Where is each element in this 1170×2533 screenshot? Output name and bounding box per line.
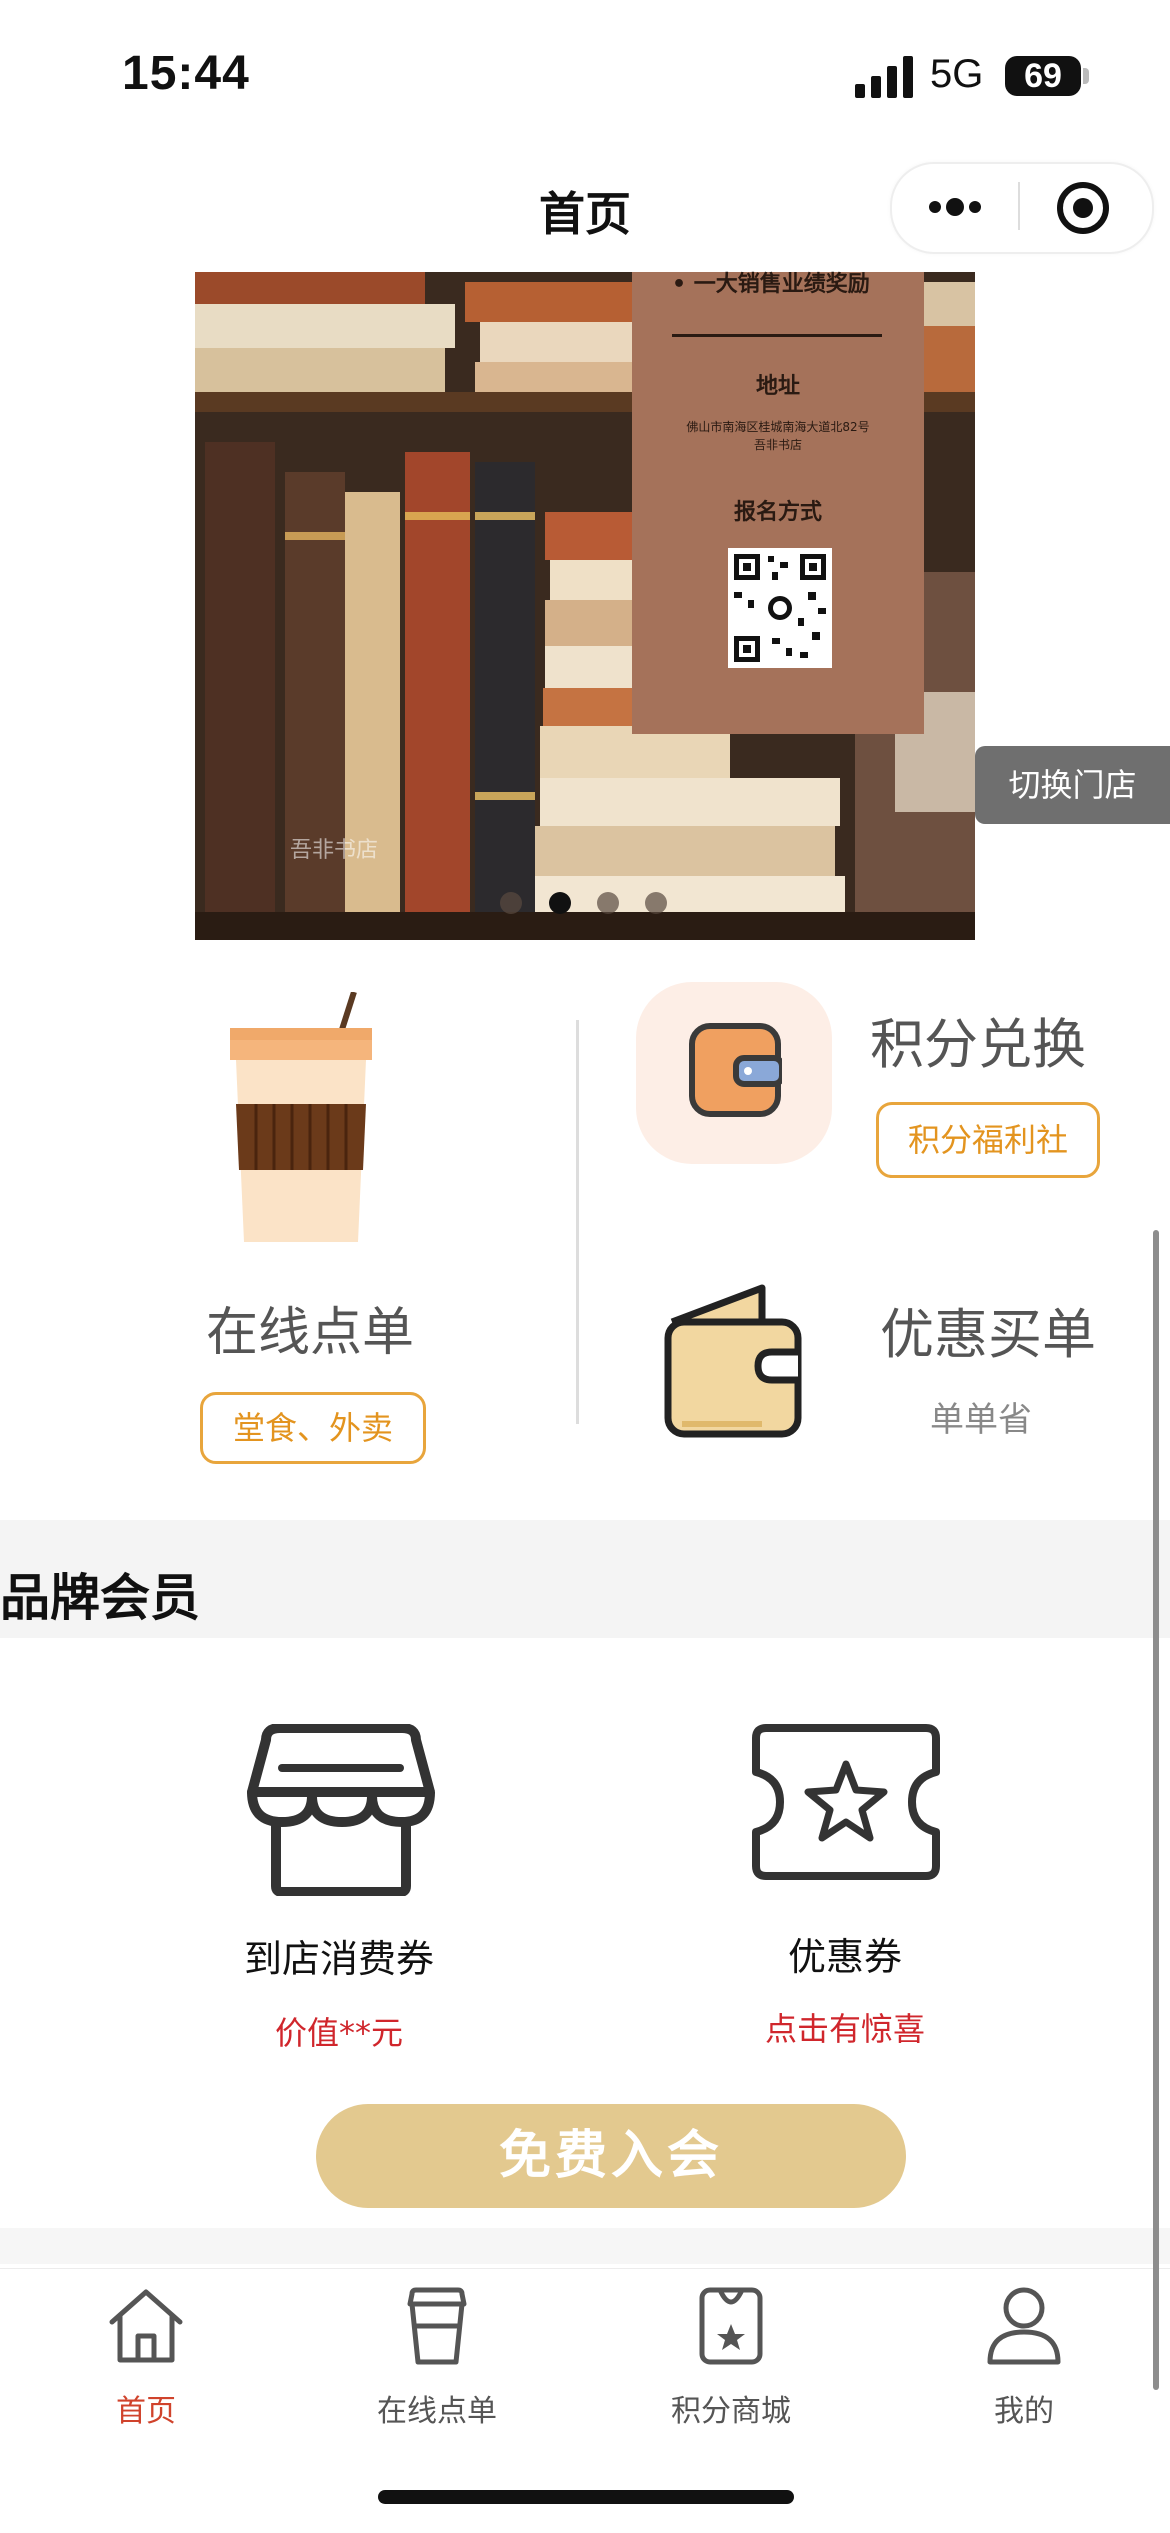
qr-code-icon	[728, 548, 832, 668]
status-time: 15:44	[122, 47, 250, 100]
discount-pay-title[interactable]: 优惠买单	[880, 1290, 1096, 1369]
tab-points-mall[interactable]: 积分商城	[631, 2386, 831, 2430]
switch-store-button[interactable]: 切换门店	[975, 746, 1170, 824]
points-tag[interactable]: 积分福利社	[876, 1102, 1100, 1178]
poster-signup-heading: 报名方式	[733, 500, 822, 525]
vertical-divider	[576, 1020, 579, 1424]
star-ticket-icon[interactable]	[752, 1724, 940, 1880]
section-separator	[0, 2228, 1170, 2264]
online-order-title[interactable]: 在线点单	[130, 1290, 490, 1365]
coupon-label[interactable]: 优惠券	[740, 1926, 950, 1981]
join-free-button[interactable]: 免费入会	[316, 2104, 906, 2208]
brand-member-title: 品牌会员	[0, 1569, 200, 1627]
signal-icon	[855, 56, 913, 98]
carousel-dot-3[interactable]	[597, 892, 619, 914]
tab-mine[interactable]: 我的	[924, 2386, 1124, 2430]
points-exchange-title[interactable]: 积分兑换	[870, 1000, 1086, 1079]
home-indicator[interactable]	[378, 2490, 794, 2504]
poster-address-heading: 地址	[755, 374, 800, 399]
carousel-dot-4[interactable]	[645, 892, 667, 914]
poster-address-text2: 吾非书店	[753, 438, 802, 452]
network-label: 5G	[930, 52, 984, 96]
carousel-dot-2[interactable]	[549, 892, 571, 914]
store-icon[interactable]	[246, 1724, 436, 1896]
scrollbar[interactable]	[1153, 1230, 1159, 2390]
wallet-icon[interactable]	[662, 1282, 808, 1440]
store-coupon-value: 价值**元	[274, 2014, 403, 2052]
capsule-divider	[1018, 182, 1020, 230]
tab-home[interactable]: 首页	[46, 2386, 246, 2430]
home-icon[interactable]	[106, 2288, 186, 2364]
coffee-cup-icon[interactable]	[226, 992, 376, 1242]
close-target-icon[interactable]	[1055, 180, 1111, 236]
store-coupon-label[interactable]: 到店消费券	[234, 1928, 444, 1983]
poster-divider	[672, 334, 882, 337]
cup-icon[interactable]	[402, 2286, 472, 2366]
points-bag-icon[interactable]	[698, 2286, 764, 2366]
battery-icon: 69	[1005, 56, 1081, 96]
carousel-dot-1[interactable]	[500, 892, 522, 914]
user-icon[interactable]	[986, 2286, 1062, 2366]
poster-top-line: • 一大销售业绩奖励	[672, 272, 870, 297]
poster-address-text: 佛山市南海区桂城南海大道北82号	[686, 420, 870, 434]
points-wallet-icon[interactable]	[688, 1022, 782, 1118]
banner-watermark: 吾非书店	[290, 838, 378, 863]
tab-online-order[interactable]: 在线点单	[337, 2386, 537, 2430]
order-tag[interactable]: 堂食、外卖	[200, 1392, 426, 1464]
battery-cap	[1083, 68, 1089, 84]
coupon-value: 点击有惊喜	[764, 2010, 925, 2048]
discount-pay-subtitle: 单单省	[930, 1400, 1032, 1440]
more-icon[interactable]	[925, 192, 985, 222]
